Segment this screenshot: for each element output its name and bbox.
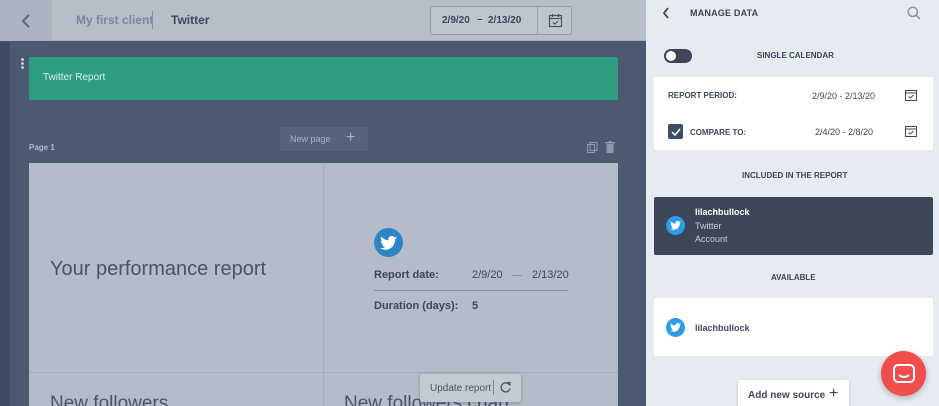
update-report-label: Update report [430,383,492,394]
twitter-badge [666,216,685,235]
update-report-button[interactable]: Update report [420,374,521,402]
search-icon[interactable] [907,6,921,20]
date-dash: – [477,14,483,25]
new-page-label: New page [290,134,331,144]
panel-header: MANAGE DATA [646,0,939,26]
single-calendar-toggle[interactable] [664,49,692,63]
date-to: 2/13/20 [488,15,522,26]
column-divider [323,163,324,406]
single-calendar-label: SINGLE CALENDAR [757,51,834,60]
report-period-label: REPORT PERIOD: [668,91,737,100]
banner-title: Twitter Report [43,72,106,83]
period-card: REPORT PERIOD: 2/9/20 - 2/13/20 COMPARE … [654,77,933,150]
included-source-platform: Twitter [695,221,722,231]
available-title: AVAILABLE [771,273,816,282]
copy-icon[interactable] [587,142,598,153]
drag-handle[interactable] [21,58,25,70]
included-source-name: lilachbullock [695,207,750,217]
check-icon [670,127,681,136]
plus-icon: + [346,129,356,146]
twitter-icon [380,235,397,250]
add-new-source-button[interactable]: Add new source + [738,380,849,406]
calendar-icon[interactable] [905,89,917,101]
trash-icon[interactable] [605,141,615,153]
twitter-icon [670,221,681,230]
duration-value: 5 [472,300,479,312]
included-source-card[interactable]: lilachbullock Twitter Account [654,197,933,255]
toggle-knob [666,51,676,61]
chat-button[interactable] [881,351,926,396]
breadcrumb-current: Twitter [171,13,210,27]
included-title: INCLUDED IN THE REPORT [742,171,848,180]
update-separator [493,380,494,395]
breadcrumb-separator [152,11,153,29]
chat-icon [892,363,915,383]
breadcrumb-client[interactable]: My first client [76,13,153,27]
manage-data-panel: MANAGE DATA SINGLE CALENDAR REPORT PERIO… [646,0,939,406]
report-period-value[interactable]: 2/9/20 - 2/13/20 [812,91,875,101]
report-date-dash [512,275,522,276]
page-label: Page 1 [29,143,55,152]
chevron-left-icon [21,13,30,28]
calendar-icon[interactable] [905,125,917,137]
plus-icon: + [829,385,839,402]
report-date-to: 2/13/20 [532,269,569,281]
compare-label: COMPARE TO: [690,128,747,137]
available-source-card[interactable]: lilachbullock [654,298,933,356]
available-source-name: lilachbullock [695,323,750,333]
duration-label: Duration (days): [374,300,459,312]
included-source-type: Account [695,234,728,244]
row-divider [29,372,618,373]
calendar-button[interactable] [537,7,572,34]
compare-value[interactable]: 2/4/20 - 2/8/20 [815,127,873,137]
calendar-icon [548,14,562,28]
compare-checkbox[interactable] [668,124,683,139]
left-rail [0,42,10,406]
date-range-picker[interactable]: 2/9/20 – 2/13/20 [430,6,572,35]
refresh-icon [500,381,511,393]
back-button[interactable] [0,0,52,41]
performance-title: Your performance report [50,258,267,280]
report-banner[interactable]: Twitter Report [29,57,618,100]
new-page-button[interactable]: New page + [280,127,368,151]
top-bar: My first client Twitter 2/9/20 – 2/13/20 [0,0,646,41]
twitter-badge [374,228,403,257]
new-followers-title: New followers [50,393,169,406]
twitter-badge [666,318,685,337]
date-from: 2/9/20 [442,15,470,26]
chevron-left-icon[interactable] [662,7,670,19]
add-source-label: Add new source [748,390,826,401]
panel-title: MANAGE DATA [690,8,759,18]
report-date-from: 2/9/20 [472,269,503,281]
report-date-label: Report date: [374,269,439,281]
report-info-separator [374,290,568,291]
twitter-icon [670,323,681,332]
